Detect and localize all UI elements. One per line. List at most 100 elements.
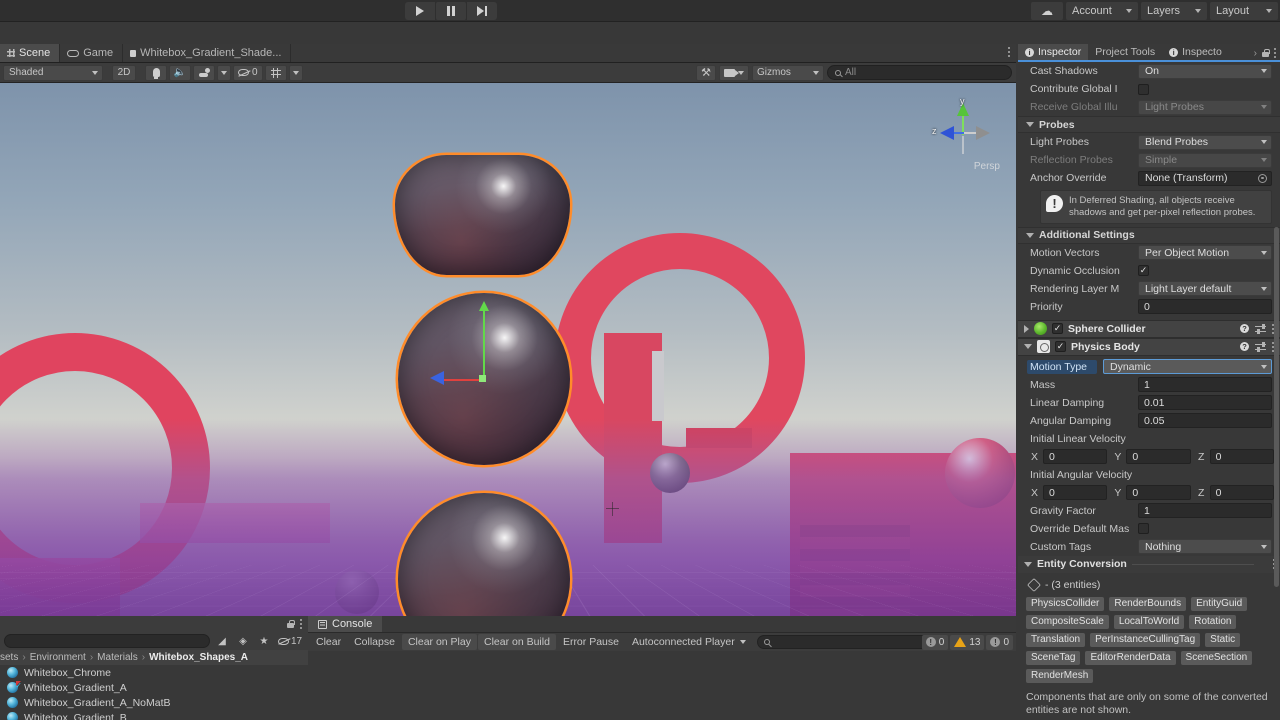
additional-settings-foldout[interactable]: Additional Settings [1018,227,1280,244]
tab-whitebox-gradient-shader[interactable]: Whitebox_Gradient_Shade... [123,44,291,62]
connection-dropdown[interactable]: Autoconnected Player [626,634,752,650]
help-icon[interactable]: ? [1240,324,1249,333]
angular-velocity-x-input[interactable]: 0 [1043,485,1107,500]
move-gizmo-z-axis[interactable] [430,371,444,385]
lock-icon[interactable] [287,620,294,628]
collapse-button[interactable]: Collapse [348,634,401,650]
layout-dropdown[interactable]: Layout [1210,2,1278,20]
linear-velocity-x-input[interactable]: 0 [1043,449,1107,464]
object-picker-icon[interactable] [1258,174,1267,183]
scene-audio-toggle[interactable]: 🔈 [169,65,191,81]
breadcrumb-item-current[interactable]: Whitebox_Shapes_A [149,652,248,663]
scene-tab-menu-icon[interactable] [1008,47,1010,57]
priority-input[interactable]: 0 [1138,299,1272,314]
dynamic-occlusion-checkbox[interactable]: ✓ [1138,265,1149,276]
component-chip[interactable]: SceneSection [1181,651,1253,665]
component-chip[interactable]: RenderMesh [1026,669,1093,683]
list-item[interactable]: Whitebox_Gradient_B [0,710,308,720]
filter-by-type-icon[interactable]: ◢ [213,634,231,649]
selected-sphere-top[interactable] [395,155,570,275]
project-menu-icon[interactable] [300,619,302,629]
scene-grid-toggle[interactable] [265,65,287,81]
clear-on-play-button[interactable]: Clear on Play [402,634,477,650]
toggle-2d-button[interactable]: 2D [112,65,136,81]
cast-shadows-dropdown[interactable]: On [1138,64,1272,79]
layers-dropdown[interactable]: Layers [1141,2,1207,20]
project-search-input[interactable] [4,634,210,648]
light-probes-dropdown[interactable]: Blend Probes [1138,135,1272,150]
contribute-gi-checkbox[interactable] [1138,84,1149,95]
rendering-layer-dropdown[interactable]: Light Layer default [1138,281,1272,296]
chevron-right-icon[interactable]: › [1254,48,1257,59]
tab-inspector[interactable]: i Inspector [1018,44,1088,60]
list-item[interactable]: Whitebox_Gradient_A [0,680,308,695]
presets-icon[interactable] [1255,324,1266,334]
tab-scene[interactable]: Scene [0,44,60,62]
physics-body-enabled-checkbox[interactable]: ✓ [1055,341,1066,352]
breadcrumb-item-materials[interactable]: Materials [97,652,138,663]
breadcrumb-item-environment[interactable]: Environment [30,652,86,663]
custom-tags-dropdown[interactable]: Nothing [1138,539,1272,554]
component-chip[interactable]: SceneTag [1026,651,1080,665]
entity-conversion-foldout[interactable]: Entity Conversion [1018,556,1280,573]
cloud-button[interactable]: ☁ [1031,2,1063,20]
chevron-right-icon[interactable] [1024,325,1029,333]
motion-type-dropdown[interactable]: Dynamic [1103,359,1272,374]
draw-mode-dropdown[interactable]: Shaded [3,65,103,81]
lock-icon[interactable] [1262,49,1269,57]
hidden-objects-button[interactable]: 0 [233,65,263,81]
clear-button[interactable]: Clear [310,634,347,650]
component-chip[interactable]: Rotation [1189,615,1236,629]
physics-body-header[interactable]: ✓ Physics Body ? [1018,338,1280,356]
console-message-list[interactable] [308,651,1016,720]
pause-button[interactable] [436,2,466,20]
component-chip[interactable]: EditorRenderData [1085,651,1175,665]
linear-damping-input[interactable]: 0.01 [1138,395,1272,410]
help-icon[interactable]: ? [1240,342,1249,351]
component-chip[interactable]: Static [1205,633,1240,647]
breadcrumb-item-assets[interactable]: sets [0,652,18,663]
scene-tools-button[interactable]: ⚒ [696,65,716,81]
mass-input[interactable]: 1 [1138,377,1272,392]
move-gizmo-y-axis[interactable] [483,310,485,380]
step-button[interactable] [467,2,497,20]
probes-foldout[interactable]: Probes [1018,116,1280,133]
account-dropdown[interactable]: Account [1066,2,1138,20]
move-gizmo-center[interactable] [479,375,486,382]
inspector-menu-icon[interactable] [1274,48,1276,58]
gizmos-dropdown[interactable]: Gizmos [752,65,824,81]
filter-by-label-icon[interactable]: ◈ [234,634,252,649]
anchor-override-object-field[interactable]: None (Transform) [1138,171,1272,186]
error-pause-button[interactable]: Error Pause [557,634,625,650]
component-chip[interactable]: LocalToWorld [1114,615,1184,629]
info-count-chip[interactable]: ! 0 [986,635,1013,650]
tab-console[interactable]: Console [308,616,382,632]
warning-count-chip[interactable]: 13 [950,635,984,650]
error-count-chip[interactable]: ! 0 [922,635,949,650]
component-chip[interactable]: EntityGuid [1191,597,1247,611]
scene-fx-dropdown[interactable] [217,65,231,81]
scene-viewport[interactable]: y z Persp [0,83,1016,619]
scene-camera-button[interactable] [719,65,749,81]
component-chip[interactable]: PerInstanceCullingTag [1090,633,1200,647]
component-chip[interactable]: RenderBounds [1109,597,1186,611]
component-chip[interactable]: CompositeScale [1026,615,1109,629]
inspector-scrollbar[interactable] [1274,227,1279,587]
hidden-assets-button[interactable]: 17 [276,634,304,649]
favorites-icon[interactable]: ★ [255,634,273,649]
scene-search-input[interactable]: All [827,65,1012,80]
presets-icon[interactable] [1255,342,1266,352]
angular-velocity-y-input[interactable]: 0 [1126,485,1190,500]
sphere-collider-header[interactable]: ✓ Sphere Collider ? [1018,320,1280,338]
tab-game[interactable]: Game [60,44,123,62]
console-search-input[interactable] [757,635,942,649]
scene-grid-dropdown[interactable] [289,65,303,81]
chevron-down-icon[interactable] [1024,344,1032,349]
motion-vectors-dropdown[interactable]: Per Object Motion [1138,245,1272,260]
tab-inspector-secondary[interactable]: i Inspecto [1162,44,1229,60]
angular-velocity-z-input[interactable]: 0 [1210,485,1274,500]
scene-fx-toggle[interactable] [193,65,215,81]
play-button[interactable] [405,2,435,20]
scene-axis-gizmo[interactable]: y z [932,101,994,163]
component-chip[interactable]: PhysicsCollider [1026,597,1104,611]
